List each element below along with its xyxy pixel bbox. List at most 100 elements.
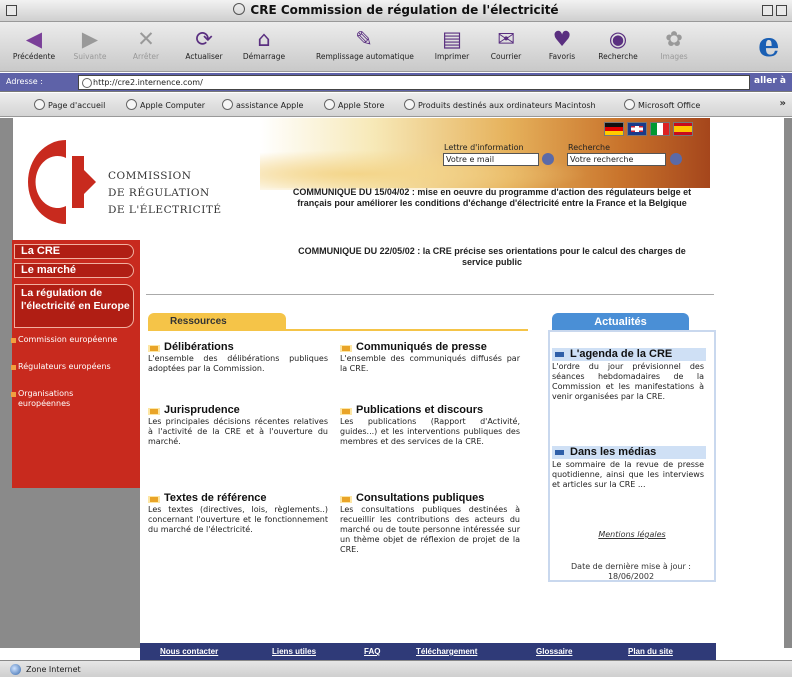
actualite-title-agenda[interactable]: L'agenda de la CRE [552,348,706,361]
footer-link-glossaire[interactable]: Glossaire [536,647,572,656]
status-text: Zone Internet [26,665,81,674]
mail-icon: ✉ [497,27,515,51]
stop-icon: ✕ [137,27,155,51]
favorite-link[interactable]: assistance Apple [222,99,303,110]
section-text: Les consultations publiques destinées à … [340,505,520,554]
home-button[interactable]: ⌂ Démarrage [236,26,292,61]
autofill-icon: ✎ [355,27,373,51]
section-title-publications[interactable]: Publications et discours [340,404,484,417]
actualites-tab: Actualités [552,313,689,331]
status-bar: Zone Internet [0,660,792,677]
search-label: Recherche [568,143,611,152]
stop-button[interactable]: ✕ Arrêter [118,26,174,61]
section-title-consultations[interactable]: Consultations publiques [340,492,485,505]
subnav-regulateurs-europeens[interactable]: Régulateurs européens [11,362,118,372]
window-title: CRE Commission de régulation de l'électr… [0,3,792,17]
page-right-edge [784,118,792,648]
url-field[interactable]: http://cre2.internence.com/ [78,75,750,90]
footer-link-faq[interactable]: FAQ [364,647,380,656]
logo-line: COMMISSION [108,170,192,182]
page-left-edge [0,118,12,648]
communique-link[interactable]: COMMUNIQUE DU 15/04/02 : mise en oeuvre … [282,187,702,209]
search-eye-button[interactable]: ◉ Recherche [590,26,646,61]
actualite-text: Le sommaire de la revue de presse quotid… [552,460,704,489]
logo-line: DE RÉGULATION [108,187,210,199]
footer-link-liens[interactable]: Liens utiles [272,647,316,656]
footer-link-telechargement[interactable]: Téléchargement [416,647,477,656]
address-bar: Adresse : http://cre2.internence.com/ al… [0,73,792,92]
favorite-link[interactable]: Apple Computer [126,99,205,110]
mail-button[interactable]: ✉ Courrier [478,26,534,61]
toolbar-button-label: Arrêter [132,52,160,61]
window-title-bar: CRE Commission de régulation de l'électr… [0,0,792,22]
refresh-button[interactable]: ⟳ Actualiser [176,26,232,61]
newsletter-submit-icon[interactable] [542,153,554,165]
forward-arrow-icon: ▶ [81,27,99,51]
toolbar-button-label: Courrier [490,52,522,61]
images-icon: ✿ [665,27,683,51]
home-icon: ⌂ [257,27,271,51]
nav-item-la-cre[interactable]: La CRE [14,244,134,259]
favorite-link[interactable]: Produits destinés aux ordinateurs Macint… [404,99,596,110]
newsletter-email-input[interactable]: Votre e mail [443,153,539,166]
last-update-text: Date de dernière mise à jour : 18/06/200… [571,562,691,581]
collapse-window-button[interactable] [776,5,787,16]
section-text: Les publications (Rapport d'Activité, gu… [340,417,520,446]
search-eye-icon: ◉ [608,27,628,51]
subnav-organisations-europeennes[interactable]: Organisations européennes [11,389,118,409]
section-text: L'ensemble des communiqués diffusés par … [340,354,520,373]
toolbar-button-label: Images [660,52,688,61]
cre-logo-icon [28,140,96,224]
toolbar-button-label: Favoris [548,52,576,61]
internet-zone-globe-icon [10,664,21,675]
language-flags [604,122,696,141]
refresh-icon: ⟳ [195,27,213,51]
toolbar-button-label: Imprimer [434,52,470,61]
toolbar-button-label: Démarrage [242,52,286,61]
resources-underline [148,329,528,331]
search-submit-icon[interactable] [670,153,682,165]
images-button[interactable]: ✿ Images [646,26,702,61]
search-input[interactable]: Votre recherche [567,153,666,166]
italian-flag-icon[interactable] [650,122,670,136]
favorite-link[interactable]: Microsoft Office [624,99,700,110]
nav-item-le-marche[interactable]: Le marché [14,263,134,278]
footer-link-contact[interactable]: Nous contacter [160,647,218,656]
address-label: Adresse : [6,77,43,86]
zoom-window-button[interactable] [762,5,773,16]
back-arrow-icon: ◀ [25,27,43,51]
header-glow [260,150,590,190]
section-title-textes[interactable]: Textes de référence [148,492,267,505]
toolbar-button-label: Recherche [598,52,638,61]
english-flag-icon[interactable] [627,122,647,136]
toolbar-button-label: Suivante [73,52,107,61]
mentions-legales-link[interactable]: Mentions légales [552,530,712,539]
autofill-button[interactable]: ✎ Remplissage automatique [316,26,414,61]
favorite-link[interactable]: Apple Store [324,99,384,110]
cre-logo-text: COMMISSION DE RÉGULATION DE L'ÉLECTRICIT… [108,168,222,219]
spanish-flag-icon[interactable] [673,122,693,136]
internet-explorer-logo-icon: e [758,25,780,65]
print-icon: ▤ [442,27,462,51]
toolbar-button-label: Remplissage automatique [316,52,414,61]
german-flag-icon[interactable] [604,122,624,136]
back-arrow-button[interactable]: ◀ Précédente [6,26,62,61]
subnav-commission-europeenne[interactable]: Commission européenne [11,335,118,345]
communique-link[interactable]: COMMUNIQUE DU 22/05/02 : la CRE précise … [282,246,702,268]
footer-link-plan[interactable]: Plan du site [628,647,673,656]
actualite-title-medias[interactable]: Dans les médias [552,446,706,459]
section-title-communiques[interactable]: Communiqués de presse [340,341,487,354]
actualite-text: L'ordre du jour prévisionnel des séances… [552,362,704,401]
toolbar-button-label: Actualiser [185,52,223,61]
favorites-heart-button[interactable]: ♥ Favoris [534,26,590,61]
forward-arrow-button[interactable]: ▶ Suivante [62,26,118,61]
nav-item-regulation-europe[interactable]: La régulation de l'électricité en Europe [14,284,134,328]
print-button[interactable]: ▤ Imprimer [424,26,480,61]
favorite-link[interactable]: Page d'accueil [34,99,105,110]
browser-toolbar: ◀ Précédente ▶ Suivante ✕ Arrêter ⟳ Actualiser ⌂… [0,22,792,72]
go-button[interactable]: aller à [754,76,786,86]
section-title-deliberations[interactable]: Délibérations [148,341,234,354]
more-favorites-chevron-icon[interactable]: » [780,98,786,109]
section-title-jurisprudence[interactable]: Jurisprudence [148,404,240,417]
favorites-heart-icon: ♥ [552,27,572,51]
